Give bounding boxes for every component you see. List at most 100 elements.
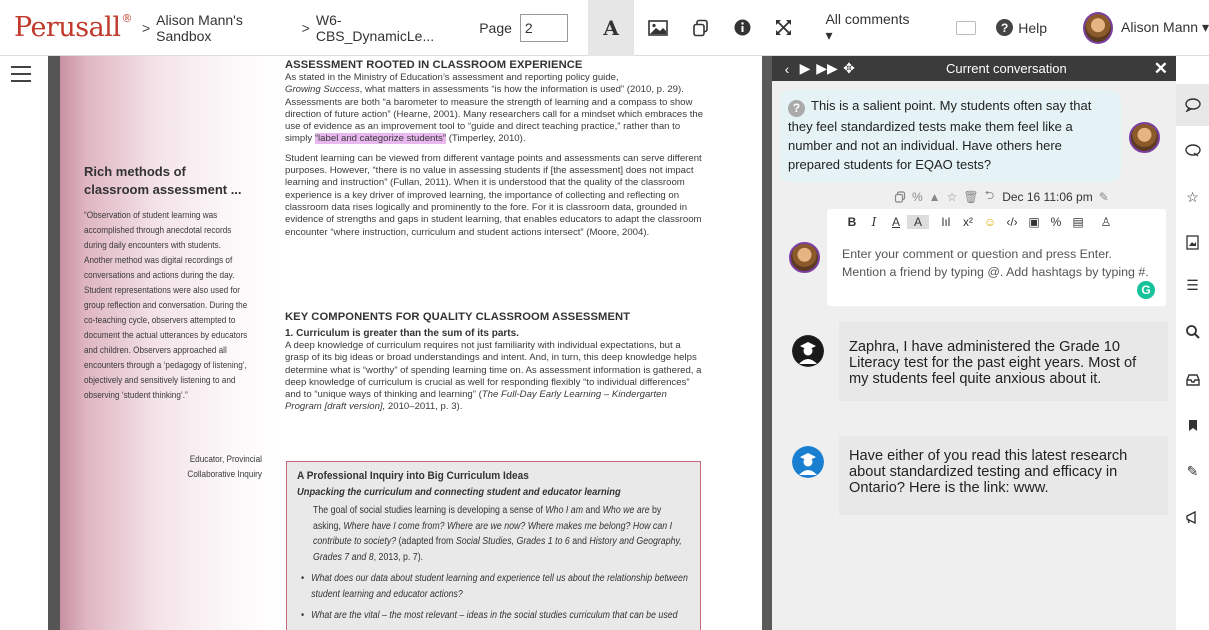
comment-text: This is a salient point. My students oft…: [788, 98, 1092, 172]
fullscreen-button[interactable]: [763, 0, 804, 56]
section-heading: ASSESSMENT ROOTED IN CLASSROOM EXPERIENC…: [285, 59, 583, 71]
user-avatar[interactable]: [1083, 11, 1114, 44]
logo-registered-mark: ®: [121, 12, 132, 25]
grammarly-icon[interactable]: G: [1137, 281, 1155, 299]
info-button[interactable]: [722, 0, 763, 56]
paragraph: As stated in the Ministry of Education’s…: [285, 72, 704, 145]
expand-icon: [775, 20, 791, 35]
user-menu[interactable]: Alison Mann ▾: [1121, 19, 1209, 36]
perusall-app: Perusall ® > Alison Mann's Sandbox > W6- …: [0, 0, 1209, 630]
subheading: 1. Curriculum is greater than the sum of…: [285, 328, 519, 339]
sidebar-title: Rich methods of classroom assessment ...: [84, 164, 242, 197]
copy-link-button[interactable]: [681, 0, 722, 56]
paragraph: A deep knowledge of curriculum requires …: [285, 340, 702, 413]
copy-icon[interactable]: [894, 190, 906, 203]
paragraph: Student learning can be viewed from diff…: [285, 152, 702, 238]
info-icon: [734, 19, 751, 36]
star-icon[interactable]: ☆: [947, 190, 958, 204]
star-icon[interactable]: ☆: [1176, 184, 1209, 210]
student-avatar-icon: [792, 446, 824, 478]
image-icon: [647, 19, 668, 36]
callout-bullet: • What are the vital – the most relevant …: [301, 610, 678, 621]
edit-icon[interactable]: ✎: [1099, 190, 1109, 204]
perusall-logo[interactable]: Perusall ®: [14, 12, 132, 43]
code-icon[interactable]: ‹/›: [1001, 215, 1023, 229]
text-color-icon[interactable]: A: [885, 215, 907, 229]
list-icon[interactable]: ☰: [1176, 272, 1209, 298]
bold-icon[interactable]: B: [841, 215, 863, 229]
pencil-icon[interactable]: ✎: [1176, 458, 1209, 484]
help-button[interactable]: ? Help: [996, 19, 1047, 36]
reply-card[interactable]: Zaphra, I have administered the Grade 10…: [839, 322, 1168, 401]
main-text-column-bottom: KEY COMPONENTS FOR QUALITY CLASSROOM ASS…: [285, 310, 705, 414]
next-icon[interactable]: ▶: [796, 60, 814, 77]
student-avatar-icon: [792, 335, 824, 367]
highlighted-annotation[interactable]: “label and categorize students”: [314, 133, 447, 145]
comments-filter-dropdown[interactable]: All comments ▾: [825, 11, 913, 44]
reply-icon[interactable]: ⮌: [985, 186, 995, 207]
fast-forward-icon[interactable]: ▶▶: [814, 60, 840, 77]
superscript-icon[interactable]: x²: [957, 215, 979, 229]
conversation-header: ‹ ▶ ▶▶ ✥ Current conversation ✕: [772, 56, 1176, 81]
insert-image-icon[interactable]: ▣: [1023, 215, 1045, 229]
search-icon[interactable]: [1176, 319, 1209, 345]
flag-warning-icon[interactable]: ▲: [929, 190, 941, 204]
left-rail: [0, 56, 48, 630]
comment-bubble[interactable]: ? This is a salient point. My students of…: [780, 90, 1121, 182]
commenter-avatar: [1129, 122, 1160, 153]
emoji-icon[interactable]: ☺: [979, 215, 1001, 229]
section-heading: KEY COMPONENTS FOR QUALITY CLASSROOM ASS…: [285, 311, 631, 323]
copy-icon: [693, 19, 709, 36]
page-gutter: [48, 56, 60, 630]
italic-icon[interactable]: I: [863, 215, 885, 229]
breadcrumb-separator: >: [301, 19, 310, 36]
inquiry-callout-box: A Professional Inquiry into Big Curricul…: [286, 461, 701, 630]
conversations-icon[interactable]: [1176, 84, 1209, 126]
reply-card[interactable]: Have either of you read this latest rese…: [839, 436, 1168, 515]
text-icon: A: [603, 15, 619, 40]
sidebar-attribution: Educator, Provincial Collaborative Inqui…: [179, 452, 262, 482]
comment-editor[interactable]: B I A A lıl x² ☺ ‹/› ▣ % ▤ ♙ Enter your …: [827, 209, 1166, 306]
chart-icon[interactable]: lıl: [935, 215, 957, 229]
attribution-line: Collaborative Inquiry: [187, 469, 262, 479]
main-text-column-top: ASSESSMENT ROOTED IN CLASSROOM EXPERIENC…: [285, 58, 705, 239]
insert-link-icon[interactable]: %: [1045, 215, 1067, 229]
link-icon[interactable]: %: [912, 190, 923, 204]
reply-text: Have either of you read this latest rese…: [849, 448, 1128, 496]
document-viewer: Rich methods of classroom assessment ...…: [48, 56, 762, 630]
insert-table-icon[interactable]: ▤: [1067, 215, 1089, 229]
logo-text: Perusall: [14, 12, 121, 43]
text-view-button[interactable]: A: [587, 0, 635, 56]
move-icon[interactable]: ✥: [840, 60, 858, 77]
reply-text: Zaphra, I have administered the Grade 10…: [849, 339, 1137, 387]
help-label: Help: [1018, 19, 1048, 36]
breadcrumb-document[interactable]: W6- CBS_DynamicLe...: [316, 12, 453, 44]
callout-bullet: • What does our data about student learni…: [301, 573, 688, 600]
inbox-icon[interactable]: [1176, 367, 1209, 393]
comment-timestamp: Dec 16 11:06 pm: [1002, 189, 1093, 204]
anonymous-icon[interactable]: ♙: [1095, 215, 1117, 229]
breadcrumb-course[interactable]: Alison Mann's Sandbox: [156, 12, 292, 44]
previous-icon[interactable]: ‹: [778, 61, 796, 77]
question-icon: ?: [788, 100, 805, 117]
top-toolbar: Perusall ® > Alison Mann's Sandbox > W6- …: [0, 0, 1209, 56]
trash-icon[interactable]: 🗑: [963, 190, 978, 204]
help-icon: ?: [996, 19, 1014, 36]
right-rail: ☆ ☰ ✎: [1176, 56, 1209, 630]
comment-actions: % ▲ ☆ 🗑 ⮌ Dec 16 11:06 pm ✎: [894, 186, 1109, 207]
my-comments-icon[interactable]: [1176, 138, 1209, 164]
comment-input-placeholder[interactable]: Enter your comment or question and press…: [842, 245, 1152, 281]
keyboard-shortcuts-icon[interactable]: [955, 20, 977, 35]
page-number-input[interactable]: [519, 13, 568, 42]
page-label: Page: [479, 19, 512, 36]
attribution-line: Educator, Provincial: [189, 454, 262, 464]
breadcrumb-separator: >: [141, 19, 151, 36]
announcement-icon[interactable]: [1176, 504, 1209, 530]
close-icon[interactable]: ✕: [1154, 59, 1168, 79]
sidebar-quote: “Observation of student learning was acc…: [84, 210, 248, 400]
menu-icon[interactable]: [11, 66, 31, 82]
highlight-color-icon[interactable]: A: [907, 215, 929, 229]
bookmark-icon[interactable]: [1176, 412, 1209, 438]
image-icon[interactable]: [1176, 229, 1209, 255]
image-view-button[interactable]: [634, 0, 680, 56]
